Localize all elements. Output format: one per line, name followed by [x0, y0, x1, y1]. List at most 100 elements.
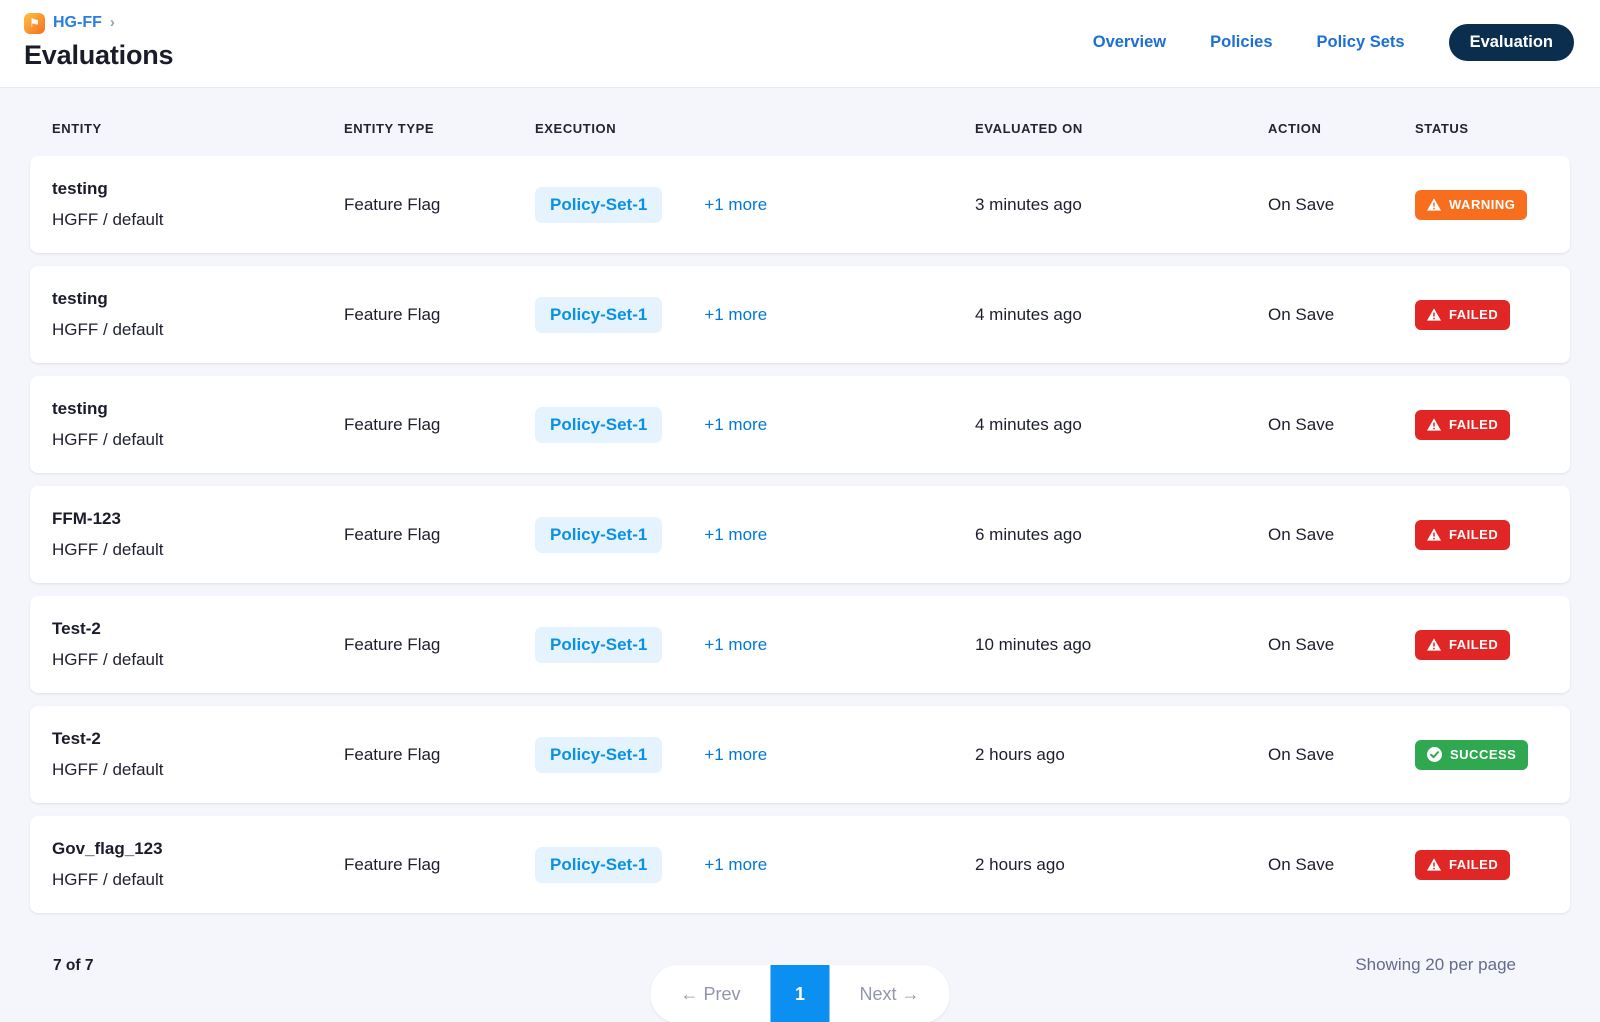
entity-type-cell: Feature Flag — [344, 305, 535, 325]
nav-link-policies[interactable]: Policies — [1210, 33, 1272, 52]
prev-page-button[interactable]: ← Prev — [650, 965, 770, 1022]
nav-link-overview[interactable]: Overview — [1093, 33, 1166, 52]
action-label: On Save — [1268, 415, 1334, 434]
check-circle-icon — [1427, 747, 1442, 762]
entity-cell: Test-2 HGFF / default — [52, 619, 344, 670]
entity-type-cell: Feature Flag — [344, 745, 535, 765]
col-header-status: STATUS — [1415, 121, 1548, 136]
action-label: On Save — [1268, 195, 1334, 214]
more-policies-link[interactable]: +1 more — [704, 635, 767, 655]
warning-triangle-icon — [1427, 528, 1441, 541]
execution-cell: Policy-Set-1 +1 more — [535, 187, 975, 223]
execution-cell: Policy-Set-1 +1 more — [535, 517, 975, 553]
policy-set-chip[interactable]: Policy-Set-1 — [535, 407, 662, 443]
entity-name: Gov_flag_123 — [52, 839, 344, 859]
status-badge: FAILED — [1415, 300, 1510, 330]
warning-triangle-icon — [1427, 308, 1441, 321]
table-row[interactable]: testing HGFF / default Feature Flag Poli… — [30, 266, 1570, 363]
entity-path: HGFF / default — [52, 540, 344, 560]
entity-cell: testing HGFF / default — [52, 399, 344, 450]
page-title: Evaluations — [24, 40, 173, 71]
more-policies-link[interactable]: +1 more — [704, 305, 767, 325]
entity-name: Test-2 — [52, 619, 344, 639]
action-cell: On Save — [1268, 305, 1415, 325]
action-label: On Save — [1268, 745, 1334, 764]
table-row[interactable]: FFM-123 HGFF / default Feature Flag Poli… — [30, 486, 1570, 583]
more-policies-link[interactable]: +1 more — [704, 855, 767, 875]
execution-cell: Policy-Set-1 +1 more — [535, 297, 975, 333]
action-cell: On Save — [1268, 415, 1415, 435]
status-label: FAILED — [1449, 527, 1498, 542]
action-label: On Save — [1268, 855, 1334, 874]
policy-set-chip[interactable]: Policy-Set-1 — [535, 627, 662, 663]
feature-flags-app-icon: ⚑ — [24, 13, 45, 34]
policy-set-chip[interactable]: Policy-Set-1 — [535, 517, 662, 553]
next-page-button[interactable]: Next → — [830, 965, 950, 1022]
table-row[interactable]: testing HGFF / default Feature Flag Poli… — [30, 156, 1570, 253]
entity-type-label: Feature Flag — [344, 415, 440, 434]
status-cell: FAILED — [1415, 630, 1548, 660]
action-label: On Save — [1268, 305, 1334, 324]
warning-triangle-icon — [1427, 198, 1441, 211]
table-row[interactable]: Test-2 HGFF / default Feature Flag Polic… — [30, 706, 1570, 803]
entity-cell: testing HGFF / default — [52, 179, 344, 230]
entity-type-cell: Feature Flag — [344, 525, 535, 545]
total-count: 7 of 7 — [53, 957, 93, 975]
col-header-execution: EXECUTION — [535, 121, 975, 136]
entity-type-label: Feature Flag — [344, 855, 440, 874]
status-cell: FAILED — [1415, 300, 1548, 330]
evaluated-on-cell: 3 minutes ago — [975, 195, 1268, 215]
pagination: ← Prev 1 Next → — [650, 965, 949, 1022]
current-page-button[interactable]: 1 — [771, 965, 830, 1022]
action-cell: On Save — [1268, 195, 1415, 215]
status-label: FAILED — [1449, 637, 1498, 652]
breadcrumb-project-link[interactable]: HG-FF — [53, 14, 102, 32]
entity-type-label: Feature Flag — [344, 745, 440, 764]
table-row[interactable]: Test-2 HGFF / default Feature Flag Polic… — [30, 596, 1570, 693]
entity-cell: Gov_flag_123 HGFF / default — [52, 839, 344, 890]
entity-type-label: Feature Flag — [344, 195, 440, 214]
nav-tab-evaluation-active[interactable]: Evaluation — [1449, 24, 1574, 61]
entity-type-cell: Feature Flag — [344, 855, 535, 875]
action-cell: On Save — [1268, 525, 1415, 545]
entity-path: HGFF / default — [52, 320, 344, 340]
evaluated-on-label: 4 minutes ago — [975, 415, 1082, 434]
more-policies-link[interactable]: +1 more — [704, 195, 767, 215]
evaluated-on-cell: 6 minutes ago — [975, 525, 1268, 545]
status-badge: FAILED — [1415, 410, 1510, 440]
warning-triangle-icon — [1427, 418, 1441, 431]
evaluated-on-label: 3 minutes ago — [975, 195, 1082, 214]
more-policies-link[interactable]: +1 more — [704, 745, 767, 765]
more-policies-link[interactable]: +1 more — [704, 415, 767, 435]
policy-set-chip[interactable]: Policy-Set-1 — [535, 297, 662, 333]
nav-link-policy-sets[interactable]: Policy Sets — [1317, 33, 1405, 52]
col-header-action: ACTION — [1268, 121, 1415, 136]
entity-name: FFM-123 — [52, 509, 344, 529]
policy-set-chip[interactable]: Policy-Set-1 — [535, 187, 662, 223]
entity-type-cell: Feature Flag — [344, 635, 535, 655]
entity-path: HGFF / default — [52, 210, 344, 230]
entity-path: HGFF / default — [52, 760, 344, 780]
entity-path: HGFF / default — [52, 870, 344, 890]
execution-cell: Policy-Set-1 +1 more — [535, 847, 975, 883]
entity-type-label: Feature Flag — [344, 525, 440, 544]
entity-cell: Test-2 HGFF / default — [52, 729, 344, 780]
evaluated-on-label: 2 hours ago — [975, 745, 1065, 764]
more-policies-link[interactable]: +1 more — [704, 525, 767, 545]
evaluated-on-label: 6 minutes ago — [975, 525, 1082, 544]
evaluated-on-label: 2 hours ago — [975, 855, 1065, 874]
action-cell: On Save — [1268, 635, 1415, 655]
entity-name: testing — [52, 399, 344, 419]
status-badge: FAILED — [1415, 520, 1510, 550]
table-row[interactable]: Gov_flag_123 HGFF / default Feature Flag… — [30, 816, 1570, 913]
entity-path: HGFF / default — [52, 430, 344, 450]
execution-cell: Policy-Set-1 +1 more — [535, 627, 975, 663]
status-label: FAILED — [1449, 857, 1498, 872]
policy-set-chip[interactable]: Policy-Set-1 — [535, 737, 662, 773]
entity-name: Test-2 — [52, 729, 344, 749]
evaluated-on-cell: 2 hours ago — [975, 745, 1268, 765]
entity-name: testing — [52, 289, 344, 309]
policy-set-chip[interactable]: Policy-Set-1 — [535, 847, 662, 883]
table-row[interactable]: testing HGFF / default Feature Flag Poli… — [30, 376, 1570, 473]
evaluated-on-cell: 2 hours ago — [975, 855, 1268, 875]
